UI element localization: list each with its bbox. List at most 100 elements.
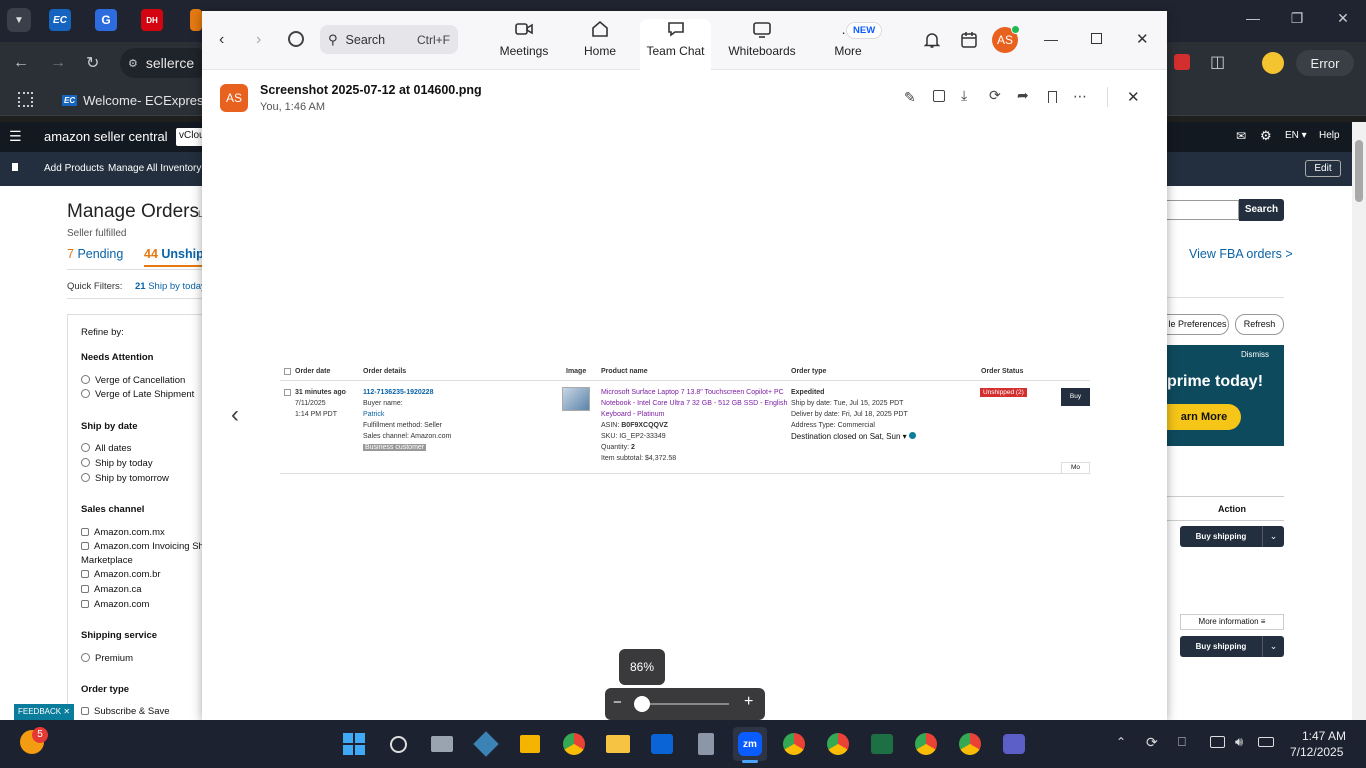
tab-g-icon[interactable]: G: [95, 9, 117, 31]
bookmark-icon[interactable]: [12, 163, 18, 171]
filter-channel-mx[interactable]: Amazon.com.mx: [81, 526, 165, 541]
notifications-bell-icon[interactable]: [923, 31, 941, 49]
filter-premium[interactable]: Premium: [81, 652, 133, 667]
extensions-icon[interactable]: ◫: [1210, 52, 1225, 72]
task-view-icon[interactable]: [425, 727, 459, 761]
nav-team-chat[interactable]: Team Chat: [640, 19, 711, 71]
tab-dh-icon[interactable]: DH: [141, 9, 163, 31]
filter-channel-invoicing[interactable]: Amazon.com Invoicing Sh: [81, 540, 204, 555]
buy-shipping-dropdown-2[interactable]: ⌄: [1262, 636, 1284, 657]
widgets-app-icon[interactable]: [469, 727, 503, 761]
filter-channel-br[interactable]: Amazon.com.br: [81, 568, 161, 583]
back-icon[interactable]: ←: [13, 54, 29, 72]
buy-shipping-button-1[interactable]: Buy shipping: [1180, 526, 1262, 547]
language-selector[interactable]: EN ▾: [1285, 130, 1307, 141]
chrome-profile-5-icon[interactable]: [953, 727, 987, 761]
store-selector[interactable]: vClou: [176, 128, 202, 146]
buy-shipping-dropdown-1[interactable]: ⌄: [1262, 526, 1284, 547]
rotate-icon[interactable]: ⟳: [989, 87, 1001, 104]
chrome-profile-4-icon[interactable]: [909, 727, 943, 761]
history-icon[interactable]: [288, 31, 304, 47]
forward-icon[interactable]: →: [50, 54, 66, 72]
tray-network-off-icon[interactable]: ⎕: [1178, 734, 1186, 750]
edit-nav-button[interactable]: Edit: [1305, 160, 1341, 177]
excel-icon[interactable]: [865, 727, 899, 761]
teams-icon[interactable]: [997, 727, 1031, 761]
chrome-profile-3-icon[interactable]: [821, 727, 855, 761]
download-icon[interactable]: ⤓: [961, 87, 967, 104]
filter-ship-tomorrow[interactable]: Ship by tomorrow: [81, 472, 169, 487]
tray-sync-icon[interactable]: ⟳: [1146, 734, 1158, 751]
tray-display-icon[interactable]: [1210, 736, 1225, 748]
file-explorer-icon[interactable]: [601, 727, 635, 761]
bookmark-save-icon[interactable]: [1048, 91, 1057, 103]
bookmark-ecexpress[interactable]: EC Welcome- ECExpres...: [62, 93, 214, 108]
filter-all-dates[interactable]: All dates: [81, 442, 131, 457]
open-external-icon[interactable]: [933, 90, 945, 102]
hamburger-menu-icon[interactable]: ☰: [9, 128, 22, 145]
filter-channel-ca[interactable]: Amazon.ca: [81, 583, 142, 598]
tab-list-button[interactable]: ▼: [7, 8, 31, 32]
nav-home[interactable]: Home: [580, 19, 620, 71]
order-search-input[interactable]: [1167, 200, 1239, 220]
tray-volume-icon[interactable]: 🔊︎: [1235, 734, 1243, 750]
annotate-pencil-icon[interactable]: ✎: [904, 89, 916, 106]
error-button[interactable]: Error: [1296, 50, 1354, 76]
zoom-slider-handle[interactable]: [634, 696, 650, 712]
mail-icon[interactable]: ✉: [1236, 129, 1246, 143]
nav-manage-inventory[interactable]: Manage All Inventory: [108, 163, 201, 174]
previous-image-icon[interactable]: ‹: [231, 403, 249, 427]
viewer-close-icon[interactable]: ✕: [1127, 88, 1140, 106]
zoom-maximize-icon[interactable]: [1091, 33, 1102, 44]
tab-orange-icon[interactable]: [190, 9, 202, 31]
reload-icon[interactable]: ↻: [86, 53, 99, 73]
minimize-icon[interactable]: —: [1238, 10, 1268, 26]
share-forward-icon[interactable]: ➦: [1017, 87, 1029, 104]
page-scrollbar[interactable]: [1352, 122, 1366, 720]
chrome-profile-2-icon[interactable]: [777, 727, 811, 761]
help-link[interactable]: Help: [1319, 130, 1340, 141]
filter-ship-today[interactable]: Ship by today: [81, 457, 153, 472]
banner-learn-more-button[interactable]: arn More: [1167, 404, 1241, 430]
calendar-icon[interactable]: [960, 31, 978, 49]
buy-shipping-button-2[interactable]: Buy shipping: [1180, 636, 1262, 657]
more-information-button[interactable]: More information ≡: [1180, 614, 1284, 630]
view-fba-orders-link[interactable]: View FBA orders >: [1189, 247, 1293, 261]
zoom-close-icon[interactable]: ✕: [1136, 30, 1149, 48]
tab-pending[interactable]: 7 Pending: [67, 247, 123, 261]
nav-whiteboards[interactable]: Whiteboards: [726, 19, 798, 71]
taskbar-date[interactable]: 7/12/2025: [1290, 745, 1343, 759]
quick-filter-ship-today[interactable]: 21 Ship by today: [135, 281, 206, 292]
tab-ec-icon[interactable]: EC: [49, 9, 71, 31]
outlook-icon[interactable]: [645, 727, 679, 761]
taskbar-time[interactable]: 1:47 AM: [1302, 729, 1346, 743]
restore-icon[interactable]: ❐: [1282, 10, 1312, 27]
table-preferences-button[interactable]: le Preferences: [1167, 314, 1229, 335]
filter-subscribe-save[interactable]: Subscribe & Save: [81, 705, 170, 720]
filter-verge-late[interactable]: Verge of Late Shipment: [81, 388, 194, 403]
zoom-forward-icon[interactable]: ›: [256, 31, 261, 49]
settings-gear-icon[interactable]: ⚙: [1260, 128, 1272, 144]
zoom-search-input[interactable]: ⚲ Search Ctrl+F: [320, 25, 458, 54]
filter-verge-cancellation[interactable]: Verge of Cancellation: [81, 374, 185, 389]
refresh-button[interactable]: Refresh: [1235, 314, 1284, 335]
feedback-tab[interactable]: FEEDBACK ✕: [14, 704, 75, 720]
zoom-out-icon[interactable]: −: [613, 694, 622, 711]
zoom-minimize-icon[interactable]: —: [1044, 31, 1058, 47]
acrobat-ext-icon[interactable]: [1174, 54, 1190, 70]
zoom-back-icon[interactable]: ‹: [219, 31, 224, 49]
site-info-icon[interactable]: ⚙: [128, 57, 138, 70]
tray-battery-icon[interactable]: [1258, 737, 1274, 747]
apps-grid-icon[interactable]: [18, 92, 33, 107]
filter-channel-com[interactable]: Amazon.com: [81, 598, 149, 613]
nav-add-products[interactable]: Add Products: [44, 163, 104, 174]
taskbar-search-icon[interactable]: [381, 727, 415, 761]
tray-overflow-icon[interactable]: ⌃: [1116, 735, 1126, 749]
nav-meetings[interactable]: Meetings: [495, 19, 553, 71]
zoom-app-icon[interactable]: zm: [733, 727, 767, 761]
address-bar[interactable]: ⚙ sellerce: [120, 48, 210, 78]
banner-dismiss-link[interactable]: Dismiss: [1241, 350, 1269, 359]
close-icon[interactable]: ✕: [1328, 10, 1358, 27]
amazon-brand[interactable]: amazon seller central: [44, 129, 168, 144]
calculator-icon[interactable]: [689, 727, 723, 761]
